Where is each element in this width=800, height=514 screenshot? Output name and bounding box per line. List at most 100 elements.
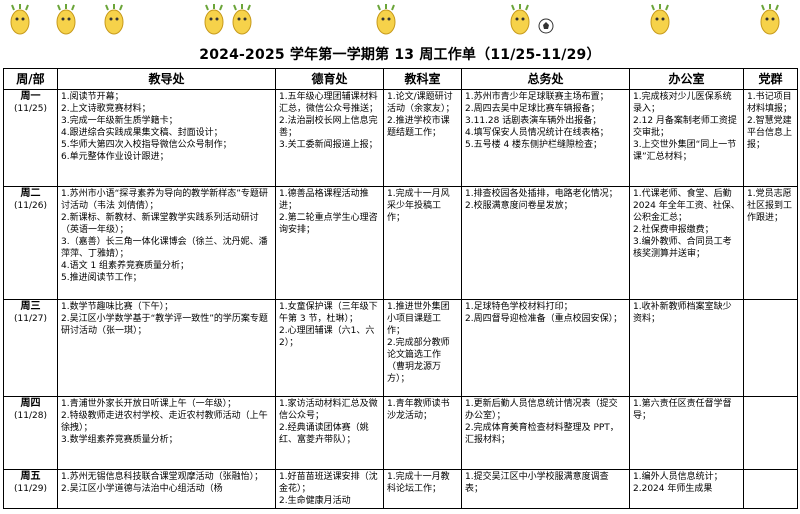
task-item: 2.智慧党建平台信息上报； [747,116,793,150]
task-item: 2.特级教师走进农村学校、走近农村教师活动（上午徐拽）； [61,411,268,433]
day-label: 周一 [20,91,41,102]
cartoon-mascot-icon [104,4,124,35]
task-cell: 1.书记项目材料填报； 2.智慧党建平台信息上报； [743,89,798,187]
task-cell: 1.德善品格课程活动推进； 2.第二轮重点学生心理咨询安排； [275,186,384,300]
day-date: (11/29) [14,484,47,494]
task-item: 2.2024 年师生成果 [633,484,713,494]
day-cell: 周二 (11/26) [3,186,58,300]
header-cell: 办公室 [629,68,744,90]
task-cell: 1.好苗苗班送课安排（沈金花）； 2.生命健康月活动 [275,469,384,509]
header-cell: 总务处 [461,68,630,90]
header-row: 周/部 教导处 德育处 教科室 总务处 办公室 党群 [3,68,798,90]
task-item: 4.跟进综合实践成果集文稿、封面设计； [61,128,223,138]
cartoon-mascot-icon [10,4,30,35]
task-cell: 1.苏州市小语“探寻素养为导向的教学新样态”专题研讨活动（韦法 刘倩倩）； 2.新… [57,186,276,300]
task-cell: 1.完成十一月风采少年投稿工作； [383,186,462,300]
task-item: 2.生命健康月活动 [279,496,351,506]
header-cell: 党群 [743,68,798,90]
task-item: 2.推进学校市课题结题工作； [387,116,450,138]
day-date: (11/26) [14,201,47,211]
task-cell: 1.女童保护课（三年级下午第 3 节，杜琳）； 2.心理团辅课（六1、六2）； [275,299,384,397]
cartoon-mascot-icon [56,4,76,35]
table-row: 周二 (11/26) 1.苏州市小语“探寻素养为导向的教学新样态”专题研讨活动（韦法… [3,186,798,300]
task-item: 1.德善品格课程活动推进； [279,189,369,211]
day-label: 周三 [20,301,41,312]
cartoon-mascot-icon [232,4,252,35]
task-item: 3.关工委新闻报道上报； [279,140,378,150]
task-item: 1.女童保护课（三年级下午第 3 节，杜琳）； [279,302,378,324]
task-item: 6.单元整体作业设计跟进； [61,152,169,162]
task-item: 1.青浦世外家长开放日听课上午（一年级）； [61,399,237,409]
task-item: 2.完成部分教师论文篇选工作（曹玥龙源万方）； [387,338,450,384]
header-cell: 教科室 [383,68,462,90]
task-item: 2.心理团辅课（六1、六2）； [279,326,375,348]
cartoon-mascot-icon [760,4,780,35]
task-cell: 1.家访活动材料汇总及微信公众号； 2.经典诵读团体赛（姚红、富菱卉带队）； [275,396,384,470]
task-item: 3.（嘉善）长三角一体化课博会（徐兰、沈丹妮、潘萍萍、丁雅婧）； [61,237,268,259]
table-row: 周五 (11/29) 1.苏州无锡信息科技联合课堂观摩活动（张融怡）； 2.吴江区小学… [3,469,798,509]
task-cell: 1.青浦世外家长开放日听课上午（一年级）； 2.特级教师走进农村学校、走近农村教师… [57,396,276,470]
task-item: 1.青年教师读书沙龙活动； [387,399,450,421]
table-row: 周一 (11/25) 1.阅读节开幕； 2.上文诗歌竞赛材料； 3.完成一年级新生质学籍… [3,89,798,187]
task-item: 1.家访活动材料汇总及微信公众号； [279,399,378,421]
task-item: 2.上文诗歌竞赛材料； [61,104,151,114]
task-cell: 1.数学节趣味比赛（下午）； 2.吴江区小学数学基于“教学评一致性”的学历案专题研… [57,299,276,397]
task-item: 4.语文 1 组素养竞赛质量分析； [61,261,190,271]
day-date: (11/28) [14,411,47,421]
task-item: 4.填写保安人员情况统计在线表格； [465,128,609,138]
day-date: (11/25) [14,104,47,114]
task-cell: 1.阅读节开幕； 2.上文诗歌竞赛材料； 3.完成一年级新生质学籍卡； 4.跟进综合实… [57,89,276,187]
page-title: 2024-2025 学年第一学期第 13 周工作单（11/25-11/29） [199,47,601,63]
cartoon-mascot-icon [510,4,530,35]
task-cell: 1.更新后勤人员信息统计情况表（提交办公室）； 2.完成体育美育检查材料整理及 P… [461,396,630,470]
task-cell: 1.苏州无锡信息科技联合课堂观摩活动（张融怡）； 2.吴江区小学道德与法治中心组活… [57,469,276,509]
task-item: 1.好苗苗班送课安排（沈金花）； [279,472,378,494]
task-item: 2.周四督导迎检准备（重点校园安保）； [465,314,623,324]
day-label: 周四 [20,398,41,409]
task-item: 2.周四去吴中足球比赛车辆报备； [465,104,600,114]
day-cell: 周三 (11/27) [3,299,58,397]
task-cell: 1.完成十一月教科论坛工作； [383,469,462,509]
task-item: 1.完成十一月教科论坛工作； [387,472,450,494]
day-label: 周二 [20,188,41,199]
table-row: 周三 (11/27) 1.数学节趣味比赛（下午）； 2.吴江区小学数学基于“教学评一致… [3,299,798,397]
cartoon-mascot-icon [650,4,670,35]
task-item: 1.苏州市小语“探寻素养为导向的教学新样态”专题研讨活动（韦法 刘倩倩）； [61,189,268,211]
task-item: 2.完成体育美育检查材料整理及 PPT，汇报材料； [465,423,619,445]
cartoon-mascot-icon [204,4,224,35]
task-cell: 1.第六责任区责任督学督导； [629,396,744,470]
task-cell: 1.收补新教师档案室缺少资料； [629,299,744,397]
task-item: 1.完成十一月风采少年投稿工作； [387,189,450,223]
task-item: 1.代课老师、食堂、后勤 2024 年全年工资、社保、公积金汇总； [633,189,740,223]
task-item: 3.上交世外集团“同上一节课”汇总材料； [633,140,737,162]
task-item: 3.11.28 话剧表演车辆外出报备； [465,116,602,126]
task-item: 1.更新后勤人员信息统计情况表（提交办公室）； [465,399,618,421]
task-item: 3.完成一年级新生质学籍卡； [61,116,178,126]
task-item: 5.推进阅读节工作； [61,273,142,283]
task-cell [743,396,798,470]
task-item: 5.五号楼 4 楼东侧护栏缝隙检查； [465,140,603,150]
task-item: 1.苏州无锡信息科技联合课堂观摩活动（张融怡）； [61,472,264,482]
cartoon-mascot-icon [376,4,396,35]
task-item: 1.收补新教师档案室缺少资料； [633,302,732,324]
task-item: 1.排查校园各处插排，电路老化情况； [465,189,618,199]
task-cell: 1.足球特色学校材料打印； 2.周四督导迎检准备（重点校园安保）； [461,299,630,397]
task-cell: 1.推进世外集团小项目课题工作； 2.完成部分教师论文篇选工作（曹玥龙源万方）； [383,299,462,397]
task-cell: 1.论文/课题研讨活动（余家友）； 2.推进学校市课题结题工作； [383,89,462,187]
table-row: 周四 (11/28) 1.青浦世外家长开放日听课上午（一年级）； 2.特级教师走进农村… [3,396,798,470]
task-item: 2.法治副校长网上信息完善； [279,116,378,138]
task-item: 1.苏州市青少年足球联赛主场布置； [465,92,609,102]
task-item: 1.推进世外集团小项目课题工作； [387,302,450,336]
weekly-schedule-table: 周/部 教导处 德育处 教科室 总务处 办公室 党群 周一 (11/25) 1.阅读… [3,68,798,509]
task-item: 1.阅读节开幕； [61,92,124,102]
task-item: 1.完成核对少儿医保系统录入； [633,92,732,114]
task-item: 1.论文/课题研讨活动（余家友）； [387,92,455,114]
day-date: (11/27) [14,314,47,324]
task-cell [743,299,798,397]
task-item: 2.吴江区小学数学基于“教学评一致性”的学历案专题研讨活动（张一琪）； [61,314,268,336]
task-cell: 1.编外人员信息统计； 2.2024 年师生成果 [629,469,744,509]
task-item: 1.第六责任区责任督学督导； [633,399,732,421]
task-item: 1.数学节趣味比赛（下午）； [61,302,174,312]
header-cell: 教导处 [57,68,276,90]
task-cell: 1.五年级心理团辅课材料汇总，微信公众号推送； 2.法治副校长网上信息完善； 3.关… [275,89,384,187]
